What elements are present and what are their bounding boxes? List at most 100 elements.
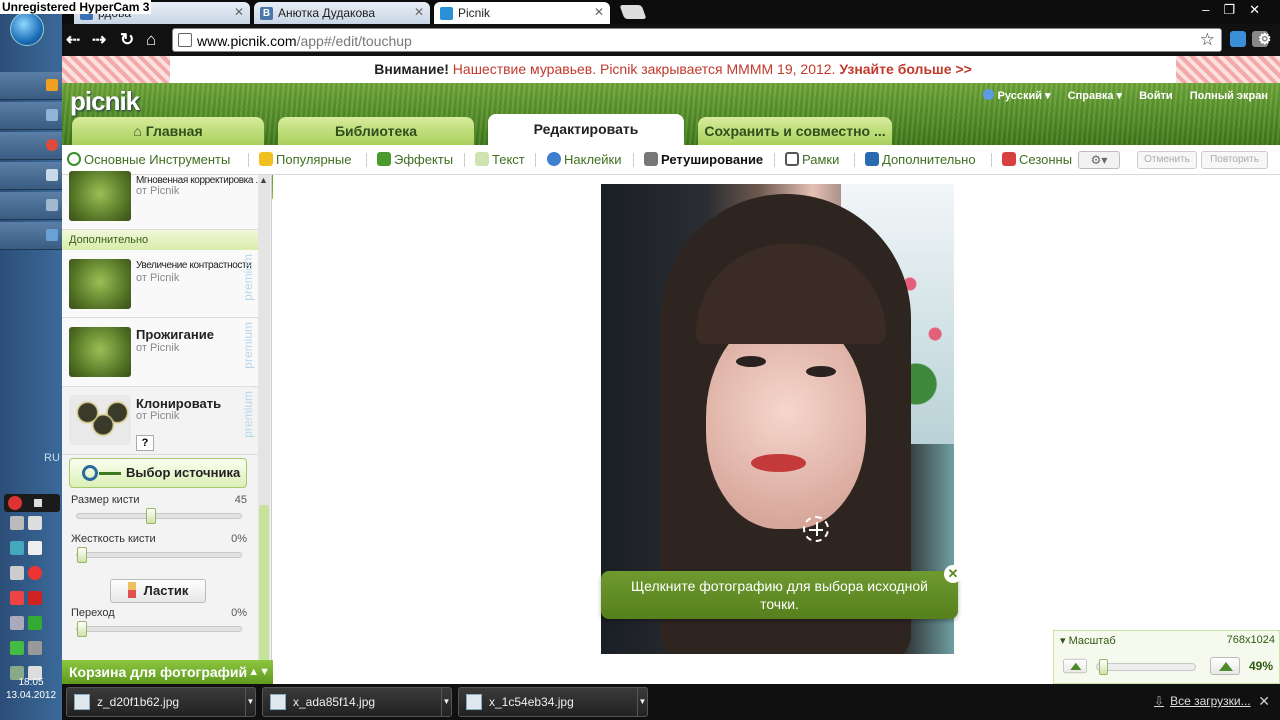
tray-icon[interactable]: [10, 566, 24, 580]
hardness-slider[interactable]: [76, 547, 242, 563]
tab-save-share[interactable]: Сохранить и совместно ...: [698, 117, 892, 145]
tab-stickers[interactable]: Наклейки: [547, 152, 621, 167]
tab-effects[interactable]: Эффекты: [377, 152, 453, 167]
download-item[interactable]: z_d20f1b62.jpg ▼: [66, 687, 256, 717]
tray-icon[interactable]: [10, 516, 24, 530]
redo-button[interactable]: Повторить: [1201, 151, 1268, 169]
recorder-controls: [4, 494, 60, 512]
hardness-value: 0%: [231, 533, 247, 545]
effect-clone[interactable]: Клонировать от Picnik ? premium: [62, 387, 258, 455]
reload-icon[interactable]: ↻: [120, 30, 134, 50]
effect-contrast[interactable]: Увеличение контрастности от Picnik premi…: [62, 250, 258, 318]
tab-basic-tools[interactable]: Основные Инструменты: [67, 152, 230, 167]
close-tab-icon[interactable]: ✕: [414, 5, 424, 19]
tray-icon[interactable]: [10, 541, 24, 555]
close-icon[interactable]: ✕: [1258, 693, 1270, 710]
close-tab-icon[interactable]: ✕: [594, 5, 604, 19]
tab-home[interactable]: ⌂ Главная: [72, 117, 264, 145]
select-source-button[interactable]: Выбор источника: [69, 458, 247, 488]
scroll-up-icon[interactable]: ▲: [259, 175, 268, 185]
browser-tab[interactable]: B Анютка Дудакова ✕: [254, 2, 430, 24]
vk-icon: B: [260, 7, 273, 20]
taskbar-button[interactable]: [0, 192, 62, 220]
browser-tab-active[interactable]: Picnik ✕: [434, 2, 610, 24]
all-downloads-link[interactable]: ⇩ Все загрузки...: [1154, 694, 1251, 708]
start-button[interactable]: [10, 12, 44, 46]
bookmark-star-icon[interactable]: ☆: [1200, 30, 1215, 50]
effect-thumbnail: [69, 395, 131, 445]
address-bar[interactable]: www.picnik.com/app#/edit/touchup ☆: [172, 28, 1222, 52]
zoom-slider[interactable]: [1096, 659, 1196, 675]
language-indicator[interactable]: RU: [44, 452, 60, 464]
tab-retouch[interactable]: Ретуширование: [644, 152, 763, 167]
extension-icon[interactable]: [1230, 31, 1246, 47]
taskbar-button[interactable]: [0, 72, 62, 100]
tray-icon[interactable]: [10, 591, 24, 605]
language-selector[interactable]: Русский ▾: [982, 89, 1051, 102]
tray-icon[interactable]: [28, 641, 42, 655]
new-tab-button[interactable]: [619, 5, 647, 19]
panel-scrollbar[interactable]: ▲: [258, 175, 270, 665]
banner-learn-more-link[interactable]: Узнайте больше >>: [839, 61, 971, 77]
effect-burn[interactable]: Прожигание от Picnik premium: [62, 318, 258, 387]
wrench-icon[interactable]: ⚙: [1258, 30, 1271, 48]
picnik-logo[interactable]: picnik: [70, 86, 140, 117]
slider-knob[interactable]: [146, 508, 156, 524]
chevron-down-icon[interactable]: ▼: [441, 688, 451, 716]
undo-button[interactable]: Отменить: [1137, 151, 1197, 169]
taskbar-button-chrome[interactable]: [0, 132, 62, 160]
chevron-down-icon[interactable]: ▼: [245, 688, 255, 716]
download-item[interactable]: x_1c54eb34.jpg ▼: [458, 687, 648, 717]
eraser-button[interactable]: Ластик: [110, 579, 206, 603]
tab-seasonal[interactable]: Сезонны: [1002, 152, 1072, 167]
stop-icon[interactable]: [34, 499, 42, 507]
mail-icon[interactable]: [28, 541, 42, 555]
brush-size-slider[interactable]: [76, 508, 242, 524]
image-file-icon: [270, 694, 286, 710]
editing-canvas[interactable]: Щелкните фотографию для выбора исходной …: [273, 175, 1280, 684]
tab-advanced[interactable]: Дополнительно: [865, 152, 976, 167]
window-controls[interactable]: –❐✕: [1202, 2, 1274, 18]
taskbar-button[interactable]: [0, 162, 62, 190]
tab-text[interactable]: Текст: [475, 152, 525, 167]
tab-frames[interactable]: Рамки: [785, 152, 839, 167]
photo-basket-bar[interactable]: Корзина для фотографий ▲▼: [62, 660, 278, 684]
taskbar-button[interactable]: [0, 222, 62, 250]
zoom-out-button[interactable]: [1063, 658, 1087, 674]
clock[interactable]: 18:05 13.04.2012: [0, 676, 62, 702]
taskbar-button[interactable]: [0, 102, 62, 130]
tab-popular[interactable]: Популярные: [259, 152, 351, 167]
slider-knob[interactable]: [77, 621, 87, 637]
slider-knob[interactable]: [77, 547, 87, 563]
fullscreen-link[interactable]: Полный экран: [1190, 90, 1268, 102]
close-tab-icon[interactable]: ✕: [234, 5, 244, 19]
chevron-down-icon[interactable]: ▼: [637, 688, 647, 716]
expand-icon[interactable]: ▲▼: [248, 660, 270, 684]
download-item[interactable]: x_ada85f14.jpg ▼: [262, 687, 452, 717]
home-icon[interactable]: ⌂: [146, 30, 156, 50]
help-menu[interactable]: Справка ▾: [1068, 90, 1122, 102]
fade-slider[interactable]: [76, 621, 242, 637]
volume-icon[interactable]: [28, 516, 42, 530]
tab-library[interactable]: Библиотека: [278, 117, 474, 145]
forward-icon[interactable]: ⇢: [92, 30, 106, 50]
slider-knob[interactable]: [1099, 659, 1108, 675]
scroll-thumb[interactable]: [259, 505, 269, 665]
help-button[interactable]: ?: [136, 435, 154, 451]
settings-gear-button[interactable]: ⚙▾: [1078, 151, 1120, 169]
premium-label: premium: [241, 254, 255, 301]
back-icon[interactable]: ⇠: [66, 30, 80, 50]
tray-icon[interactable]: [10, 616, 24, 630]
close-icon[interactable]: ✕: [944, 565, 962, 583]
record-icon[interactable]: [8, 496, 22, 510]
shutdown-banner: Внимание! Нашествие муравьев. Picnik зак…: [62, 56, 1280, 83]
tray-icon[interactable]: [10, 641, 24, 655]
tray-icon[interactable]: [28, 616, 42, 630]
opera-icon[interactable]: [28, 566, 42, 580]
zoom-in-button[interactable]: [1210, 657, 1240, 675]
effect-auto-fix[interactable]: Мгновенная корректировка ... от Picnik: [62, 171, 263, 230]
picnik-favicon-icon: [440, 7, 453, 20]
pdf-icon[interactable]: [28, 591, 42, 605]
tab-edit[interactable]: Редактировать: [488, 114, 684, 145]
login-link[interactable]: Войти: [1139, 90, 1173, 102]
